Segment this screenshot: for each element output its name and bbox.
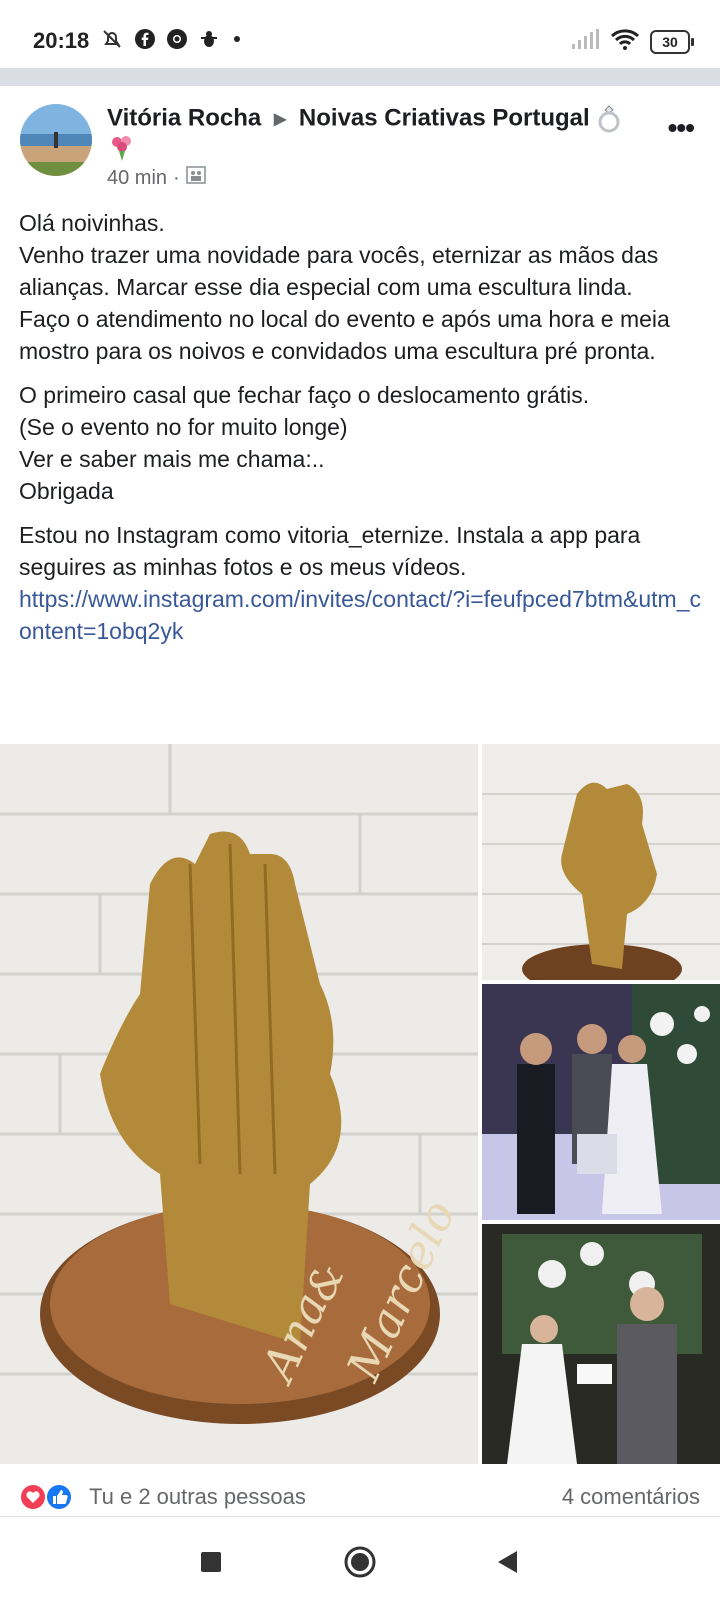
status-bar: 20:18 30 bbox=[0, 0, 720, 68]
recents-square-icon bbox=[200, 1551, 222, 1578]
post-meta: 40 min · bbox=[107, 166, 206, 190]
dot-icon bbox=[230, 28, 244, 55]
group-name[interactable]: Noivas Criativas Portugal bbox=[299, 104, 590, 131]
post-time[interactable]: 40 min bbox=[107, 167, 167, 190]
post-text: Olá noivinhas. Venho trazer uma novidade… bbox=[19, 207, 709, 659]
bug-icon bbox=[198, 28, 220, 55]
wifi-icon bbox=[610, 27, 640, 56]
feed-divider bbox=[0, 68, 720, 86]
group-icon bbox=[185, 166, 206, 190]
photo-couple-reading[interactable] bbox=[482, 1224, 720, 1464]
text-line: Ver e saber mais me chama:.. bbox=[19, 446, 325, 472]
status-system-icons: 30 bbox=[570, 27, 694, 56]
alarm-off-icon bbox=[100, 27, 124, 56]
text-line: O primeiro casal que fechar faço o deslo… bbox=[19, 382, 590, 408]
arrow-right-icon: ▶ bbox=[273, 111, 287, 128]
system-nav-bar bbox=[0, 1524, 720, 1600]
photo-grid: Ana & Marcelo bbox=[0, 744, 720, 1464]
text-line: Faço o atendimento no local do evento e … bbox=[19, 306, 670, 364]
avatar[interactable] bbox=[20, 104, 92, 176]
text-line: Obrigada bbox=[19, 478, 114, 504]
paragraph: Estou no Instagram como vitoria_eternize… bbox=[19, 519, 709, 647]
text-line: Estou no Instagram como vitoria_eternize… bbox=[19, 522, 641, 580]
post-header: Vitória Rocha ▶ Noivas Criativas Portuga… bbox=[0, 86, 720, 196]
photo-main-hands-sculpture[interactable]: Ana & Marcelo bbox=[0, 744, 478, 1464]
instagram-link[interactable]: https://www.instagram.com/invites/contac… bbox=[19, 583, 709, 647]
reaction-icons[interactable] bbox=[19, 1482, 79, 1512]
status-time: 20:18 bbox=[33, 28, 90, 53]
love-reaction-icon bbox=[19, 1483, 47, 1511]
text-line: (Se o evento no for muito longe) bbox=[19, 414, 348, 440]
facebook-icon bbox=[134, 28, 156, 55]
reaction-summary[interactable]: Tu e 2 outras pessoas bbox=[89, 1484, 306, 1510]
bouquet-emoji-icon bbox=[107, 134, 137, 167]
signal-icon bbox=[570, 28, 600, 55]
back-button[interactable] bbox=[482, 1539, 532, 1589]
photo-wedding-event[interactable] bbox=[482, 984, 720, 1220]
paragraph: Olá noivinhas. Venho trazer uma novidade… bbox=[19, 207, 709, 367]
like-reaction-icon bbox=[45, 1483, 73, 1511]
comments-count[interactable]: 4 comentários bbox=[562, 1484, 700, 1510]
text-line: Olá noivinhas. bbox=[19, 210, 165, 236]
status-notification-icons bbox=[100, 27, 244, 56]
back-triangle-icon bbox=[495, 1549, 519, 1580]
photo-hands-sculpture-small[interactable] bbox=[482, 744, 720, 980]
meta-separator: · bbox=[173, 166, 180, 189]
chrome-icon bbox=[166, 28, 188, 55]
reactions-bar: Tu e 2 outras pessoas 4 comentários bbox=[0, 1470, 720, 1517]
battery-indicator: 30 bbox=[650, 29, 694, 54]
author-line: Vitória Rocha ▶ Noivas Criativas Portuga… bbox=[107, 104, 622, 134]
text-line: Venho trazer uma novidade para vocês, et… bbox=[19, 242, 659, 300]
more-options-button[interactable]: ••• bbox=[668, 112, 695, 144]
recents-button[interactable] bbox=[186, 1539, 236, 1589]
home-circle-icon bbox=[343, 1545, 377, 1584]
ring-emoji-icon bbox=[596, 104, 622, 133]
home-button[interactable] bbox=[335, 1539, 385, 1589]
author-name[interactable]: Vitória Rocha bbox=[107, 104, 261, 131]
paragraph: O primeiro casal que fechar faço o deslo… bbox=[19, 379, 709, 507]
